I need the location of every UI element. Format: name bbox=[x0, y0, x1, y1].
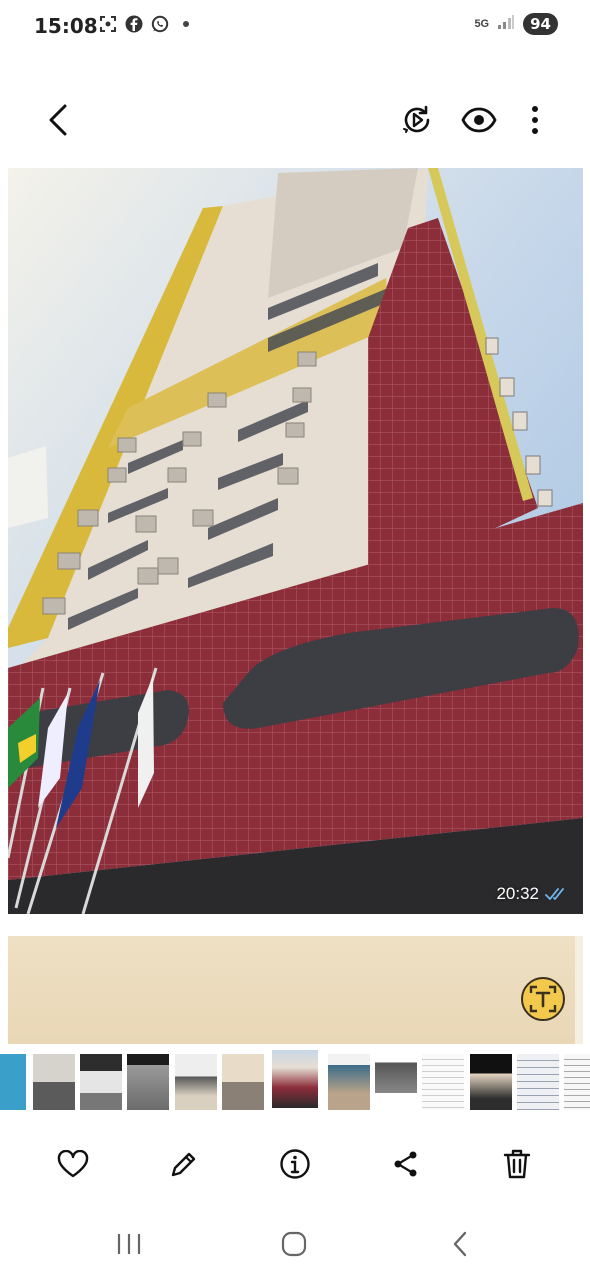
dot-icon bbox=[176, 14, 196, 34]
thumbnail[interactable] bbox=[0, 1054, 26, 1110]
home-icon bbox=[281, 1231, 307, 1257]
thumbnail[interactable] bbox=[328, 1054, 370, 1110]
edit-icon bbox=[171, 1152, 196, 1177]
back-button[interactable] bbox=[36, 98, 80, 142]
building-photo bbox=[8, 168, 583, 914]
status-bar: 15:08 5G 94 bbox=[0, 0, 590, 52]
delete-icon bbox=[503, 1149, 531, 1179]
favorite-button[interactable] bbox=[51, 1142, 95, 1186]
thumbnail[interactable] bbox=[517, 1054, 559, 1110]
thumbnail[interactable] bbox=[127, 1054, 169, 1110]
back-nav-button[interactable] bbox=[438, 1226, 482, 1262]
status-right: 5G 94 bbox=[474, 13, 558, 35]
whatsapp-icon bbox=[150, 14, 170, 34]
thumbnail[interactable] bbox=[175, 1054, 217, 1110]
timestamp-text: 20:32 bbox=[496, 884, 539, 903]
share-icon bbox=[394, 1151, 417, 1177]
thumbnail[interactable] bbox=[222, 1054, 264, 1110]
back-icon bbox=[49, 104, 67, 136]
double-check-icon bbox=[545, 888, 564, 900]
more-options-button[interactable] bbox=[513, 98, 557, 142]
more-icon bbox=[532, 106, 538, 134]
delete-button[interactable] bbox=[495, 1142, 539, 1186]
favorite-icon bbox=[57, 1150, 89, 1178]
preview-wall bbox=[575, 936, 583, 1044]
message-timestamp: 20:32 bbox=[496, 884, 567, 904]
back-nav-icon bbox=[453, 1231, 467, 1257]
signal-icon bbox=[497, 14, 515, 35]
text-scan-icon bbox=[529, 985, 557, 1013]
view-button[interactable] bbox=[457, 98, 501, 142]
viewer-toolbar bbox=[0, 80, 590, 160]
thumbnail-active[interactable] bbox=[270, 1048, 320, 1110]
battery-level: 94 bbox=[523, 13, 558, 35]
info-icon bbox=[280, 1149, 310, 1179]
edit-button[interactable] bbox=[162, 1142, 206, 1186]
remaster-icon bbox=[403, 105, 430, 133]
details-button[interactable] bbox=[273, 1142, 317, 1186]
thumbnail[interactable] bbox=[422, 1054, 464, 1110]
notification-icons bbox=[98, 14, 196, 34]
thumbnail[interactable] bbox=[470, 1054, 512, 1110]
text-extract-button[interactable] bbox=[521, 977, 565, 1021]
thumbnail[interactable] bbox=[80, 1054, 122, 1110]
thumbnail[interactable] bbox=[564, 1054, 590, 1110]
thumbnail-strip bbox=[0, 1048, 590, 1114]
remaster-button[interactable] bbox=[395, 98, 439, 142]
thumbnail[interactable] bbox=[375, 1054, 417, 1110]
status-time: 15:08 bbox=[34, 14, 98, 38]
action-bar bbox=[0, 1138, 590, 1190]
recent-apps-button[interactable] bbox=[107, 1226, 151, 1262]
network-type: 5G bbox=[474, 18, 490, 30]
recent-apps-icon bbox=[117, 1234, 141, 1254]
thumbnail[interactable] bbox=[33, 1054, 75, 1110]
main-photo[interactable]: 20:32 bbox=[8, 168, 583, 914]
facebook-icon bbox=[124, 14, 144, 34]
share-button[interactable] bbox=[384, 1142, 428, 1186]
visibility-icon bbox=[461, 107, 497, 133]
screenshot-icon bbox=[98, 14, 118, 34]
home-button[interactable] bbox=[272, 1226, 316, 1262]
next-photo-preview[interactable] bbox=[8, 936, 583, 1044]
system-navigation-bar bbox=[0, 1212, 590, 1280]
